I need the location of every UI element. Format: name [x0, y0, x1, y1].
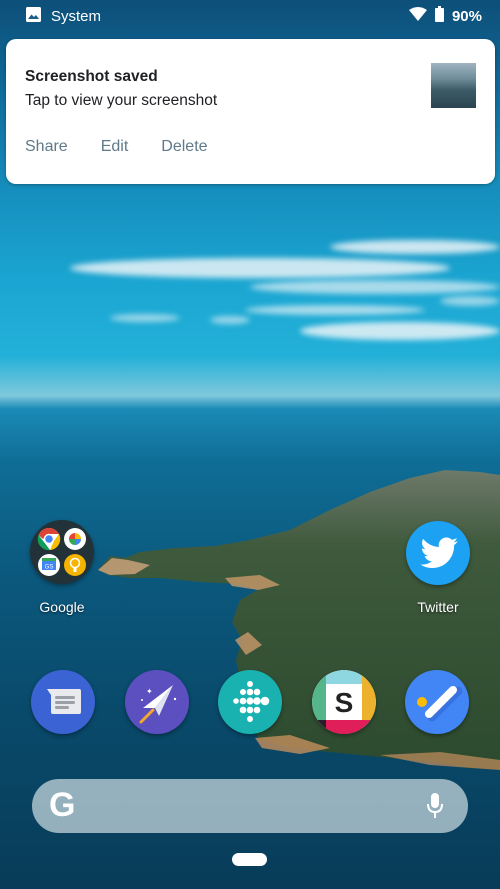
- twitter-label: Twitter: [417, 599, 459, 615]
- slack-icon[interactable]: S: [312, 670, 376, 734]
- wallpaper-cloud: [70, 258, 450, 278]
- google-folder-icon[interactable]: GS: [30, 520, 94, 584]
- notification-title: Screenshot saved: [25, 68, 158, 85]
- wallpaper-cloud: [210, 316, 250, 324]
- google-logo-icon[interactable]: G: [49, 786, 75, 825]
- wifi-icon: [408, 7, 427, 25]
- delete-button[interactable]: Delete: [161, 138, 207, 156]
- screenshot-notification[interactable]: Screenshot saved Tap to view your screen…: [6, 39, 495, 184]
- screenshot-thumbnail[interactable]: [431, 63, 476, 108]
- status-bar: System 90%: [0, 0, 500, 32]
- home-screen: System 90% Screenshot saved Tap to view …: [0, 0, 500, 889]
- svg-text:S: S: [335, 687, 354, 718]
- google-folder-label: Google: [39, 599, 85, 615]
- google-search-bar[interactable]: G: [32, 779, 468, 833]
- tasks-icon[interactable]: [405, 670, 469, 734]
- image-icon: [26, 7, 41, 26]
- wallpaper-cloud: [245, 305, 425, 315]
- wallpaper-cloud: [330, 240, 500, 254]
- fitbit-icon[interactable]: [218, 670, 282, 734]
- svg-text:GS: GS: [45, 565, 54, 571]
- paper-plane-icon[interactable]: ✦: [125, 670, 189, 734]
- messages-icon[interactable]: [31, 670, 95, 734]
- battery-icon: [434, 6, 444, 26]
- microphone-icon[interactable]: [426, 793, 444, 824]
- wallpaper-cloud: [250, 280, 500, 294]
- wallpaper-cloud: [300, 322, 500, 340]
- home-gesture-handle[interactable]: [232, 853, 267, 866]
- notification-source: System: [51, 8, 102, 25]
- notification-actions: Share Edit Delete: [25, 138, 241, 156]
- wallpaper-cloud: [440, 296, 500, 306]
- notification-body: Tap to view your screenshot: [25, 92, 218, 109]
- share-button[interactable]: Share: [25, 138, 68, 156]
- battery-percent: 90%: [451, 7, 482, 25]
- wallpaper-cloud: [110, 314, 180, 322]
- twitter-icon[interactable]: [406, 521, 470, 585]
- edit-button[interactable]: Edit: [101, 138, 129, 156]
- svg-text:✦: ✦: [146, 687, 153, 696]
